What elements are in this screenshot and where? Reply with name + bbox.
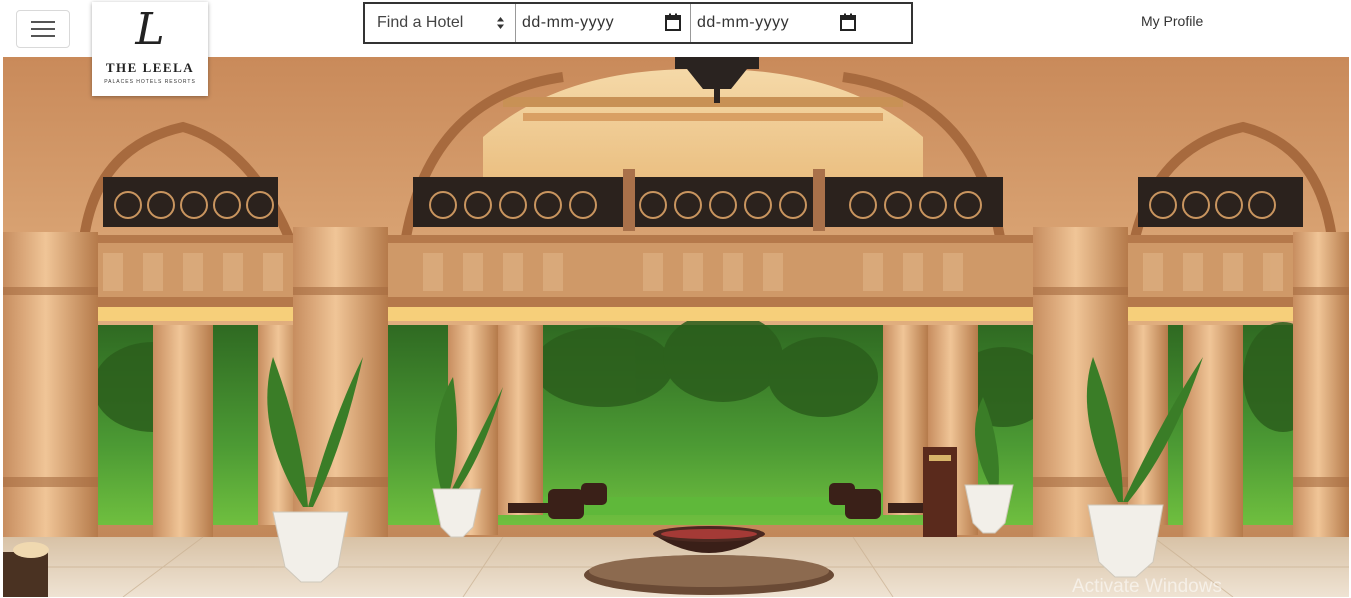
hamburger-icon [30,19,56,39]
hotel-select-value: Find a Hotel [377,14,464,31]
hero-lobby-illustration [3,57,1349,597]
checkout-date-placeholder: dd-mm-yyyy [697,14,790,31]
hotel-search-bar: Find a Hotel dd-mm-yyyy dd-mm-yyyy [363,2,913,44]
calendar-icon[interactable] [665,13,681,36]
checkin-date-placeholder: dd-mm-yyyy [522,14,615,31]
logo-tagline: PALACES HOTELS RESORTS [104,79,196,85]
os-activation-watermark: Activate Windows [1072,576,1222,597]
my-profile-link[interactable]: My Profile [1141,13,1203,29]
menu-toggle-button[interactable] [16,10,70,48]
logo-monogram: L [135,4,165,55]
hero-image [3,57,1349,597]
logo-name: THE LEELA [105,60,195,75]
checkout-date-input[interactable]: dd-mm-yyyy [691,4,911,42]
header-bar: L THE LEELA PALACES HOTELS RESORTS Find … [0,0,1351,96]
checkin-date-input[interactable]: dd-mm-yyyy [516,4,691,42]
hotel-select[interactable]: Find a Hotel [365,4,516,42]
calendar-icon[interactable] [840,13,856,36]
select-arrows-icon [496,16,505,35]
brand-logo[interactable]: L THE LEELA PALACES HOTELS RESORTS [92,2,208,96]
